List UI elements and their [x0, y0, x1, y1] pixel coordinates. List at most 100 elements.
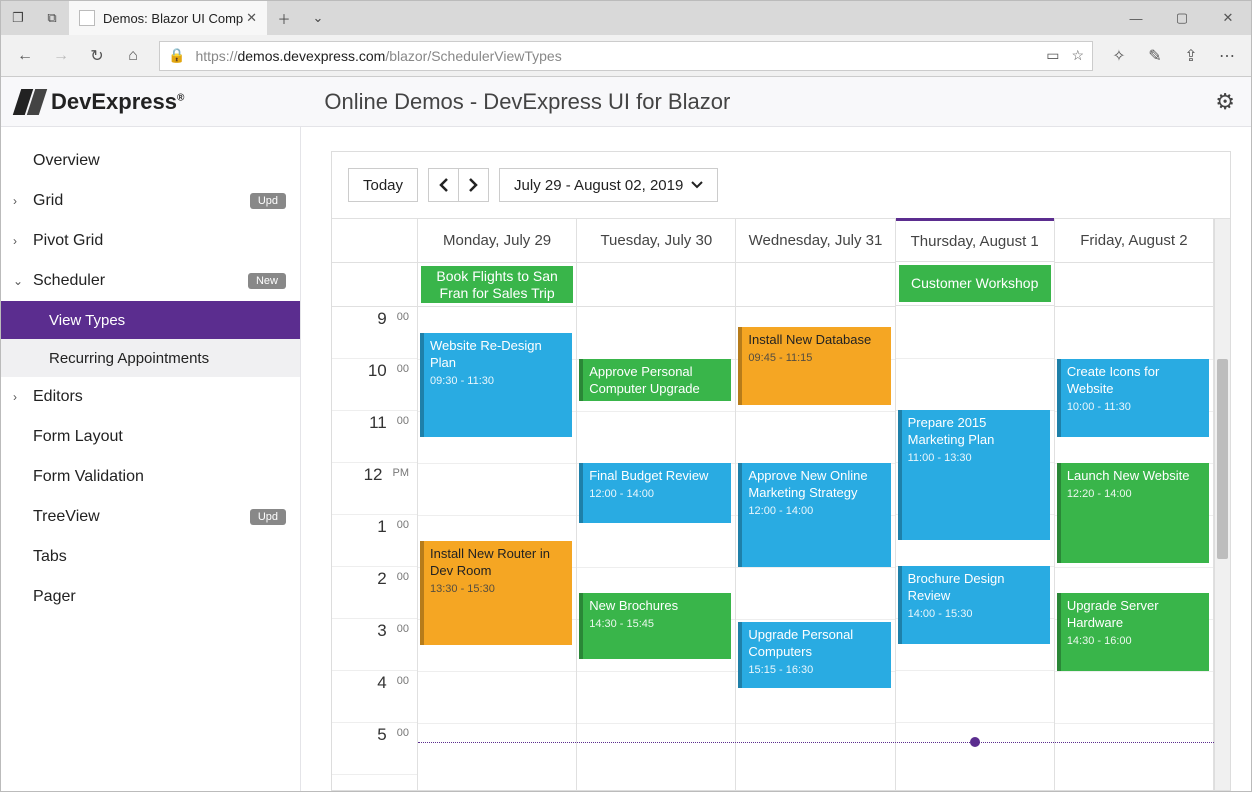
- appointment-title: Upgrade Server Hardware: [1067, 598, 1203, 632]
- appointment-title: New Brochures: [589, 598, 725, 615]
- nav-group: [428, 168, 489, 202]
- day-grid[interactable]: Approve Personal Computer Upgrade Final B…: [577, 307, 735, 790]
- date-range-picker[interactable]: July 29 - August 02, 2019: [499, 168, 718, 202]
- brand-logo: [17, 89, 43, 115]
- prev-button[interactable]: [428, 168, 458, 202]
- appointment[interactable]: Install New Database09:45 - 11:15: [738, 327, 890, 405]
- nav-forward[interactable]: →: [43, 38, 79, 74]
- sidebar-item-editors[interactable]: ›Editors: [1, 377, 300, 417]
- appointment-title: Upgrade Personal Computers: [748, 627, 884, 661]
- favorite-icon[interactable]: ☆: [1071, 47, 1084, 64]
- badge: Upd: [250, 509, 286, 525]
- badge: Upd: [250, 193, 286, 209]
- nav-home[interactable]: ⌂: [115, 38, 151, 74]
- sidebar-item-pager[interactable]: Pager: [1, 577, 300, 617]
- current-time-dot: [970, 737, 980, 747]
- day-header: Tuesday, July 30: [577, 219, 735, 263]
- appointment[interactable]: Install New Router in Dev Room13:30 - 15…: [420, 541, 572, 645]
- day-grid[interactable]: Prepare 2015 Marketing Plan11:00 - 13:30…: [896, 306, 1054, 790]
- appointment-title: Create Icons for Website: [1067, 364, 1203, 398]
- minute-label: 00: [397, 311, 409, 323]
- allday-cell[interactable]: [1055, 263, 1213, 307]
- chevron-icon: ›: [13, 194, 17, 208]
- day-grid[interactable]: Website Re-Design Plan09:30 - 11:30 Insta…: [418, 307, 576, 790]
- vertical-scrollbar[interactable]: [1214, 219, 1230, 790]
- appointment-time: 12:20 - 14:00: [1067, 487, 1203, 501]
- share-icon[interactable]: ⇪: [1173, 38, 1209, 74]
- close-icon[interactable]: ✕: [246, 10, 257, 26]
- appointment[interactable]: Brochure Design Review 14:00 - 15:30: [898, 566, 1050, 644]
- notes-icon[interactable]: ✎: [1137, 38, 1173, 74]
- sidebar-item-form-layout[interactable]: Form Layout: [1, 417, 300, 457]
- appointment-title: Brochure Design Review: [908, 571, 1044, 605]
- url-prefix: https://: [195, 48, 237, 64]
- url-path: /blazor/SchedulerViewTypes: [385, 48, 561, 64]
- minute-label: 00: [397, 571, 409, 583]
- allday-cell[interactable]: Customer Workshop: [896, 262, 1054, 306]
- browser-tab[interactable]: Demos: Blazor UI Comp ✕: [69, 1, 267, 35]
- new-tab-button[interactable]: ＋: [267, 1, 301, 35]
- app-header: DevExpress® Online Demos - DevExpress UI…: [1, 77, 1251, 127]
- url-input[interactable]: 🔒 https:// demos.devexpress.com /blazor/…: [159, 41, 1093, 71]
- appointment[interactable]: Website Re-Design Plan09:30 - 11:30: [420, 333, 572, 437]
- task-icon[interactable]: ⧉: [35, 1, 69, 35]
- allday-appointment[interactable]: Customer Workshop: [899, 265, 1051, 302]
- window-minimize[interactable]: —: [1113, 1, 1159, 35]
- allday-cell[interactable]: [577, 263, 735, 307]
- sidebar-item-overview[interactable]: Overview: [1, 141, 300, 181]
- appointment-time: 09:45 - 11:15: [748, 351, 884, 365]
- sidebar-item-scheduler[interactable]: ⌄SchedulerNew: [1, 261, 300, 301]
- sidebar-subitem-view-types[interactable]: View Types: [1, 301, 300, 339]
- time-row: 100: [332, 515, 417, 567]
- appointment[interactable]: Launch New Website12:20 - 14:00: [1057, 463, 1209, 563]
- brand-name: DevExpress®: [51, 89, 184, 115]
- sidebar-item-label: Form Layout: [33, 428, 123, 446]
- appointment[interactable]: Final Budget Review 12:00 - 14:00: [579, 463, 731, 523]
- appointment[interactable]: New Brochures14:30 - 15:45: [579, 593, 731, 659]
- nav-refresh[interactable]: ↻: [79, 38, 115, 74]
- appointment[interactable]: Approve Personal Computer Upgrade: [579, 359, 731, 401]
- minute-label: 00: [397, 727, 409, 739]
- reading-view-icon[interactable]: ▭: [1046, 47, 1059, 64]
- day-grid[interactable]: Create Icons for Website10:00 - 11:30 Lau…: [1055, 307, 1213, 790]
- window-close[interactable]: ✕: [1205, 1, 1251, 35]
- cascade-icon[interactable]: ❐: [1, 1, 35, 35]
- appointment-title: Final Budget Review: [589, 468, 725, 485]
- current-time-line: [418, 742, 1214, 743]
- allday-cell[interactable]: Book Flights to San Fran for Sales Trip: [418, 263, 576, 307]
- main-panel: Today July 29 - August 02, 2019: [301, 127, 1251, 791]
- today-button[interactable]: Today: [348, 168, 418, 202]
- appointment[interactable]: Create Icons for Website10:00 - 11:30: [1057, 359, 1209, 437]
- time-row: 1100: [332, 411, 417, 463]
- day-grid[interactable]: Install New Database09:45 - 11:15 Approve…: [736, 307, 894, 790]
- minute-label: PM: [393, 467, 410, 479]
- allday-appointment[interactable]: Book Flights to San Fran for Sales Trip: [421, 266, 573, 303]
- window-maximize[interactable]: ▢: [1159, 1, 1205, 35]
- sidebar-item-form-validation[interactable]: Form Validation: [1, 457, 300, 497]
- appointment[interactable]: Prepare 2015 Marketing Plan11:00 - 13:30: [898, 410, 1050, 540]
- nav-back[interactable]: ←: [7, 38, 43, 74]
- time-row: 300: [332, 619, 417, 671]
- tabs-dropdown-icon[interactable]: ⌄: [301, 1, 335, 35]
- appointment-time: 14:00 - 15:30: [908, 607, 1044, 621]
- next-button[interactable]: [458, 168, 489, 202]
- gear-icon[interactable]: ⚙: [1215, 89, 1235, 115]
- appointment-time: 11:00 - 13:30: [908, 451, 1044, 465]
- hour-label: 12: [364, 465, 383, 485]
- scheduler-toolbar: Today July 29 - August 02, 2019: [332, 152, 1230, 218]
- sidebar-item-label: Tabs: [33, 548, 67, 566]
- hour-label: 1: [377, 517, 386, 537]
- sidebar-subitem-recurring-appointments[interactable]: Recurring Appointments: [1, 339, 300, 377]
- appointment[interactable]: Upgrade Server Hardware14:30 - 16:00: [1057, 593, 1209, 671]
- sidebar-item-treeview[interactable]: TreeViewUpd: [1, 497, 300, 537]
- sidebar-item-pivot-grid[interactable]: ›Pivot Grid: [1, 221, 300, 261]
- appointment[interactable]: Approve New Online Marketing Strategy12:…: [738, 463, 890, 567]
- more-icon[interactable]: ⋯: [1209, 38, 1245, 74]
- sidebar-item-grid[interactable]: ›GridUpd: [1, 181, 300, 221]
- appointment-time: 12:00 - 14:00: [589, 487, 725, 501]
- favorites-bar-icon[interactable]: ✧: [1101, 38, 1137, 74]
- time-column: 9001000110012PM100200300400500: [332, 219, 418, 790]
- appointment[interactable]: Upgrade Personal Computers15:15 - 16:30: [738, 622, 890, 688]
- allday-cell[interactable]: [736, 263, 894, 307]
- sidebar-item-tabs[interactable]: Tabs: [1, 537, 300, 577]
